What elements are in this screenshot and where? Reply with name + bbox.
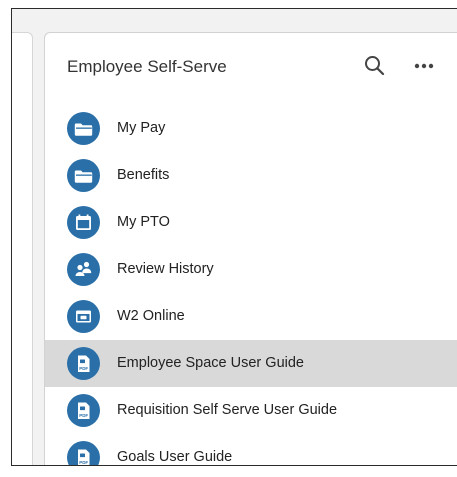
widget-header: Employee Self-Serve <box>45 33 457 99</box>
search-icon <box>365 56 385 76</box>
window-icon <box>67 300 100 333</box>
pdf-icon: PDF <box>67 347 100 380</box>
more-options-button[interactable] <box>411 53 437 79</box>
left-widget-panel <box>12 32 33 465</box>
search-button[interactable] <box>362 53 388 79</box>
dashboard-canvas: Employee Self-Serve My Pay Benefits My P… <box>11 8 457 466</box>
link-list: My Pay Benefits My PTO Review History W2… <box>45 105 457 465</box>
more-horizontal-icon <box>414 63 434 69</box>
list-item-label: Goals User Guide <box>117 449 233 465</box>
pdf-icon: PDF <box>67 441 100 465</box>
list-item-label: My Pay <box>117 120 166 136</box>
svg-text:PDF: PDF <box>79 413 88 418</box>
list-item-review-history[interactable]: Review History <box>45 246 457 293</box>
pdf-icon: PDF <box>67 394 100 427</box>
list-item-label: Requisition Self Serve User Guide <box>117 402 338 418</box>
calendar-icon <box>67 206 100 239</box>
list-item-label: My PTO <box>117 214 170 230</box>
list-item-label: W2 Online <box>117 308 185 324</box>
list-item-label: Employee Space User Guide <box>117 355 304 371</box>
people-icon <box>67 253 100 286</box>
list-item-my-pto[interactable]: My PTO <box>45 199 457 246</box>
widget-title: Employee Self-Serve <box>67 57 227 76</box>
list-item-label: Benefits <box>117 167 170 183</box>
screenshot-frame: Employee Self-Serve My Pay Benefits My P… <box>0 0 457 477</box>
list-item-my-pay[interactable]: My Pay <box>45 105 457 152</box>
list-item-benefits[interactable]: Benefits <box>45 152 457 199</box>
folder-icon <box>67 112 100 145</box>
list-item-employee-space-user-guide[interactable]: PDF Employee Space User Guide <box>45 340 457 387</box>
folder-icon <box>67 159 100 192</box>
list-item-requisition-self-serve-user-guide[interactable]: PDF Requisition Self Serve User Guide <box>45 387 457 434</box>
svg-text:PDF: PDF <box>79 460 88 465</box>
svg-text:PDF: PDF <box>79 366 88 371</box>
list-item-goals-user-guide[interactable]: PDF Goals User Guide <box>45 434 457 465</box>
employee-self-serve-widget: Employee Self-Serve My Pay Benefits My P… <box>44 32 457 465</box>
list-item-label: Review History <box>117 261 214 277</box>
list-item-w2-online[interactable]: W2 Online <box>45 293 457 340</box>
